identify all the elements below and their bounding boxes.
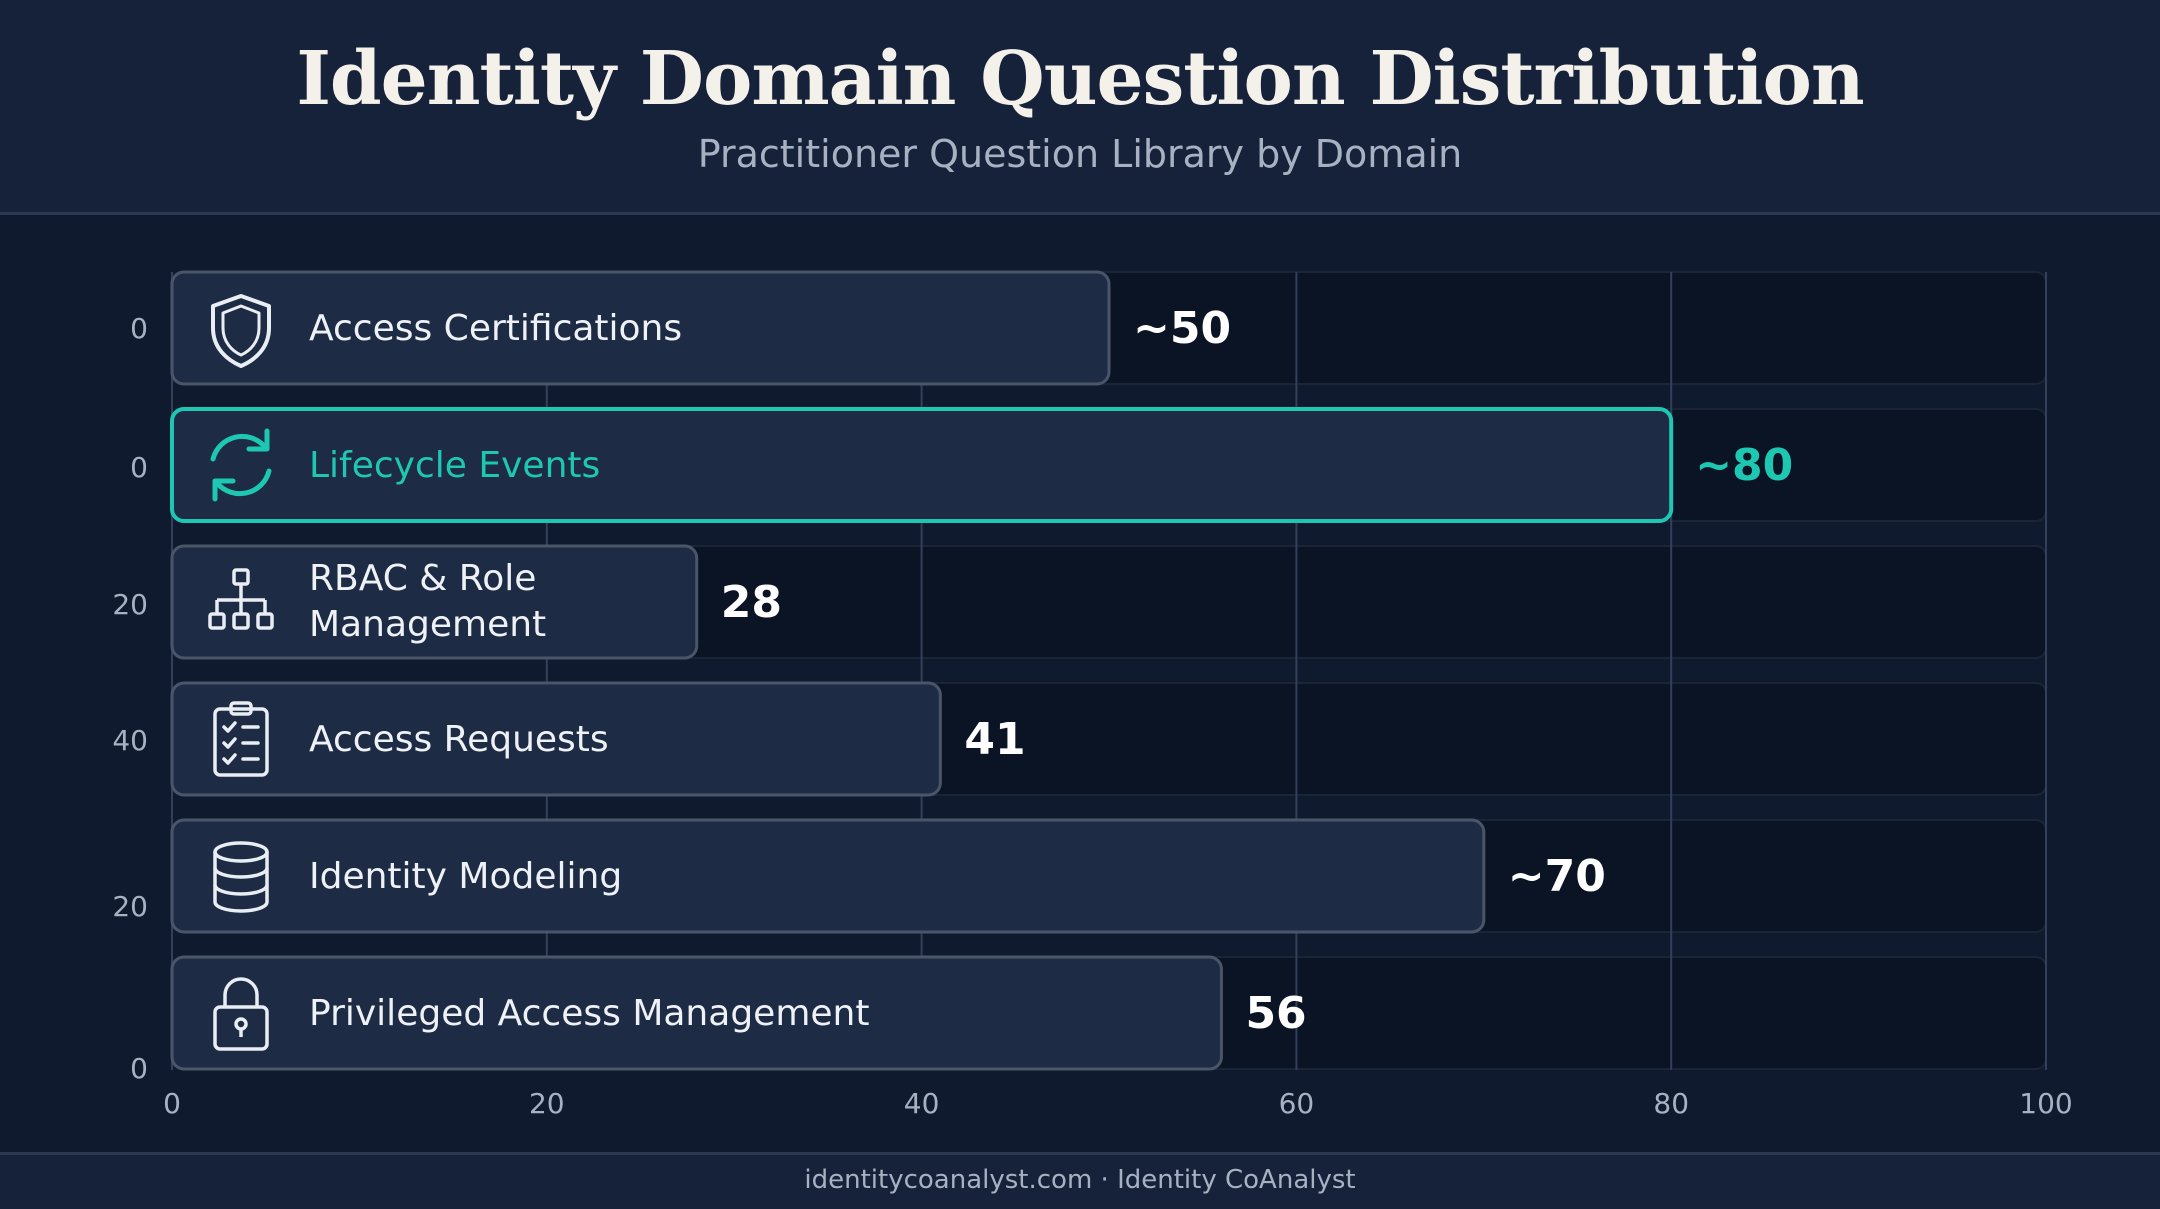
x-tick-label: 60: [1279, 1087, 1315, 1120]
bar-label: Privileged Access Management: [309, 993, 869, 1034]
data-label: ~50: [1133, 303, 1231, 354]
bar-label: Management: [309, 604, 546, 645]
y-tick-label: 40: [112, 724, 148, 757]
y-tick-label: 0: [130, 312, 148, 345]
bar-chart: 0 20 40 60 80 100002040200Access Certificatio…: [112, 270, 2073, 1120]
footer-text: identitycoanalyst.com · Identity CoAnaly…: [804, 1165, 1356, 1195]
y-tick-label: 0: [130, 1052, 148, 1085]
data-label: 28: [721, 577, 782, 628]
data-label: 41: [964, 714, 1025, 765]
x-tick-label: 40: [904, 1087, 940, 1120]
data-label: ~80: [1695, 440, 1793, 491]
x-tick-label: 80: [1653, 1087, 1689, 1120]
x-tick-label: 20: [529, 1087, 565, 1120]
bar-label: Lifecycle Events: [309, 445, 600, 486]
x-tick-label: 100: [2019, 1087, 2072, 1120]
y-tick-label: 20: [112, 890, 148, 923]
bar-label: RBAC & Role: [309, 558, 536, 599]
bar-label: Access Requests: [309, 719, 609, 760]
x-tick-label: 0: [163, 1087, 181, 1120]
bar-label: Access Certifications: [309, 308, 682, 349]
y-tick-label: 0: [130, 451, 148, 484]
bar-label: Identity Modeling: [309, 856, 622, 897]
y-tick-label: 20: [112, 588, 148, 621]
data-label: ~70: [1508, 851, 1606, 902]
data-label: 56: [1245, 988, 1306, 1039]
footer: identitycoanalyst.com · Identity CoAnaly…: [0, 1152, 2160, 1209]
